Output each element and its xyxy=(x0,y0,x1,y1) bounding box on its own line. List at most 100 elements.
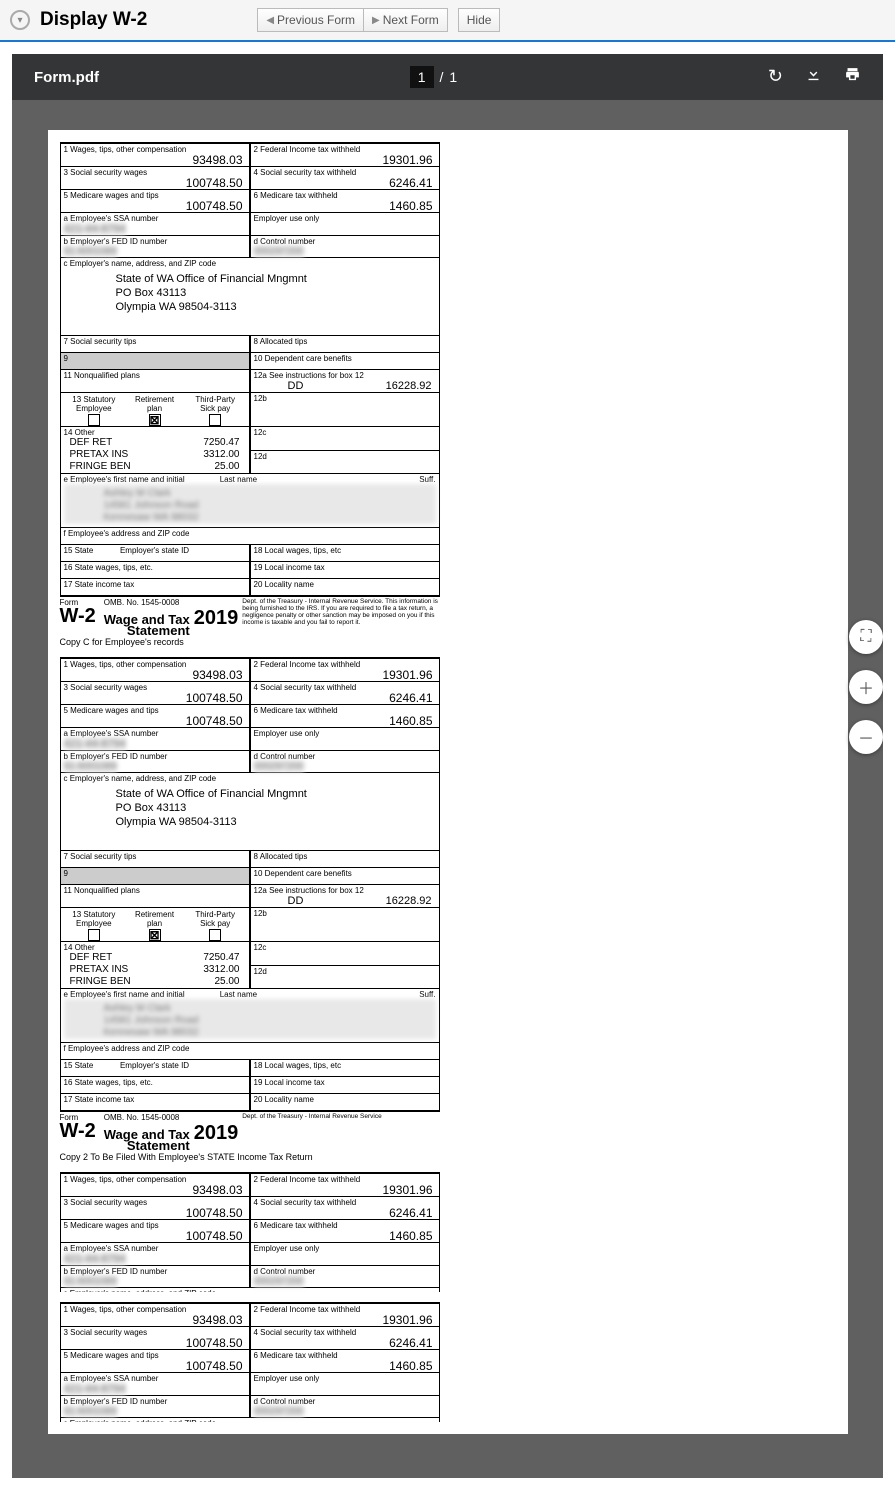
box-5: 5 Medicare wages and tips100748.50 xyxy=(60,705,250,728)
download-icon[interactable] xyxy=(805,66,822,88)
box-15: 15 State Employer's state ID xyxy=(60,1060,250,1077)
box-b: b Employer's FED ID number91-6001089 xyxy=(60,1396,250,1418)
box-b: b Employer's FED ID number91-6001089 xyxy=(60,1266,250,1288)
box-employer-use: Employer use only xyxy=(250,1373,440,1396)
hide-button[interactable]: Hide xyxy=(458,8,501,32)
copy-caption: Copy C for Employee's records xyxy=(60,636,440,647)
pdf-page-total: 1 xyxy=(449,69,457,85)
box-e: e Employee's first name and initialLast … xyxy=(60,474,440,528)
box-3: 3 Social security wages100748.50 xyxy=(60,682,250,705)
w2-copy: 1 Wages, tips, other compensation93498.0… xyxy=(60,657,440,1162)
box-a: a Employee's SSA number421-44-8794 xyxy=(60,1373,250,1396)
box-e: e Employee's first name and initialLast … xyxy=(60,989,440,1043)
box-c: c Employer's name, address, and ZIP code… xyxy=(60,773,440,851)
box-b: b Employer's FED ID number91-6001089 xyxy=(60,751,250,773)
box-f: f Employee's address and ZIP code xyxy=(60,1043,440,1060)
box-10: 10 Dependent care benefits xyxy=(250,353,440,370)
w2-copy: 1 Wages, tips, other compensation93498.0… xyxy=(60,1302,440,1422)
box-17: 17 State income tax xyxy=(60,579,250,596)
box-15: 15 State Employer's state ID xyxy=(60,545,250,562)
w2-footer: FormW-2OMB. No. 1545-0008Wage and TaxSta… xyxy=(60,596,440,636)
box-3: 3 Social security wages100748.50 xyxy=(60,167,250,190)
pdf-viewer: Form.pdf 1 / 1 ↻ 1 Wages, tips, other co… xyxy=(12,54,883,1478)
box-1: 1 Wages, tips, other compensation93498.0… xyxy=(60,1172,250,1197)
box-c: c Employer's name, address, and ZIP code… xyxy=(60,1288,440,1292)
box-12b: 12b xyxy=(250,908,440,942)
box-10: 10 Dependent care benefits xyxy=(250,868,440,885)
left-arrow-icon: ◀ xyxy=(266,15,274,26)
box-1: 1 Wages, tips, other compensation93498.0… xyxy=(60,1302,250,1327)
w2-copies-grid: 1 Wages, tips, other compensation93498.0… xyxy=(60,142,836,1422)
box-7: 7 Social security tips xyxy=(60,336,250,353)
box-20: 20 Locality name xyxy=(250,1094,440,1111)
box-17: 17 State income tax xyxy=(60,1094,250,1111)
box-12c: 12c xyxy=(250,427,440,451)
box-11: 11 Nonqualified plans xyxy=(60,885,250,908)
box-16: 16 State wages, tips, etc. xyxy=(60,562,250,579)
w2-footer: FormW-2OMB. No. 1545-0008Wage and TaxSta… xyxy=(60,1111,440,1151)
box-c: c Employer's name, address, and ZIP code… xyxy=(60,258,440,336)
previous-form-button[interactable]: ◀Previous Form xyxy=(257,8,364,32)
pdf-page-current[interactable]: 1 xyxy=(410,66,434,88)
page-title: Display W-2 xyxy=(40,9,147,31)
box-3: 3 Social security wages100748.50 xyxy=(60,1197,250,1220)
box-16: 16 State wages, tips, etc. xyxy=(60,1077,250,1094)
box-1: 1 Wages, tips, other compensation93498.0… xyxy=(60,657,250,682)
box-12a: 12a See instructions for box 12DD16228.9… xyxy=(250,885,440,908)
box-20: 20 Locality name xyxy=(250,579,440,596)
pdf-toolbar: Form.pdf 1 / 1 ↻ xyxy=(12,54,883,100)
box-6: 6 Medicare tax withheld1460.85 xyxy=(250,1350,440,1373)
app-toolbar: ▾ Display W-2 ◀Previous Form ▶Next Form … xyxy=(0,0,895,42)
next-form-button[interactable]: ▶Next Form xyxy=(364,8,448,32)
box-3: 3 Social security wages100748.50 xyxy=(60,1327,250,1350)
box-8: 8 Allocated tips xyxy=(250,336,440,353)
box-4: 4 Social security tax withheld6246.41 xyxy=(250,167,440,190)
box-1: 1 Wages, tips, other compensation93498.0… xyxy=(60,142,250,167)
box-19: 19 Local income tax xyxy=(250,1077,440,1094)
pdf-float-controls: ⛶ ＋ － xyxy=(849,620,883,754)
box-employer-use: Employer use only xyxy=(250,1243,440,1266)
box-4: 4 Social security tax withheld6246.41 xyxy=(250,1197,440,1220)
box-5: 5 Medicare wages and tips100748.50 xyxy=(60,1350,250,1373)
box-b: b Employer's FED ID number91-6001089 xyxy=(60,236,250,258)
w2-copy: 1 Wages, tips, other compensation93498.0… xyxy=(60,1172,440,1292)
pdf-paging: 1 / 1 xyxy=(410,66,457,88)
box-5: 5 Medicare wages and tips100748.50 xyxy=(60,190,250,213)
rotate-icon[interactable]: ↻ xyxy=(768,66,783,88)
box-12b: 12b xyxy=(250,393,440,427)
box-f: f Employee's address and ZIP code xyxy=(60,528,440,545)
box-14: 14 OtherDEF RET7250.47PRETAX INS3312.00F… xyxy=(60,427,250,474)
box-d: d Control number000297200 xyxy=(250,751,440,773)
box-9: 9 xyxy=(60,353,250,370)
w2-copy: 1 Wages, tips, other compensation93498.0… xyxy=(60,142,440,647)
box-14: 14 OtherDEF RET7250.47PRETAX INS3312.00F… xyxy=(60,942,250,989)
box-6: 6 Medicare tax withheld1460.85 xyxy=(250,1220,440,1243)
box-19: 19 Local income tax xyxy=(250,562,440,579)
box-13: 13 StatutoryEmployeeRetirementplan⊠Third… xyxy=(60,908,250,942)
collapse-icon[interactable]: ▾ xyxy=(10,10,30,30)
box-a: a Employee's SSA number421-44-8794 xyxy=(60,1243,250,1266)
box-8: 8 Allocated tips xyxy=(250,851,440,868)
fit-page-icon[interactable]: ⛶ xyxy=(849,620,883,654)
box-2: 2 Federal Income tax withheld19301.96 xyxy=(250,142,440,167)
box-5: 5 Medicare wages and tips100748.50 xyxy=(60,1220,250,1243)
box-employer-use: Employer use only xyxy=(250,728,440,751)
pdf-filename: Form.pdf xyxy=(34,69,99,86)
box-d: d Control number000297200 xyxy=(250,1266,440,1288)
right-arrow-icon: ▶ xyxy=(372,15,380,26)
box-a: a Employee's SSA number421-44-8794 xyxy=(60,728,250,751)
box-9: 9 xyxy=(60,868,250,885)
box-12c: 12c xyxy=(250,942,440,966)
print-icon[interactable] xyxy=(844,66,861,88)
zoom-in-icon[interactable]: ＋ xyxy=(849,670,883,704)
box-12d: 12d xyxy=(250,451,440,475)
box-2: 2 Federal Income tax withheld19301.96 xyxy=(250,1172,440,1197)
box-d: d Control number000297200 xyxy=(250,1396,440,1418)
box-c: c Employer's name, address, and ZIP code… xyxy=(60,1418,440,1422)
box-2: 2 Federal Income tax withheld19301.96 xyxy=(250,1302,440,1327)
zoom-out-icon[interactable]: － xyxy=(849,720,883,754)
box-a: a Employee's SSA number421-44-8794 xyxy=(60,213,250,236)
box-12d: 12d xyxy=(250,966,440,990)
box-18: 18 Local wages, tips, etc xyxy=(250,1060,440,1077)
box-7: 7 Social security tips xyxy=(60,851,250,868)
